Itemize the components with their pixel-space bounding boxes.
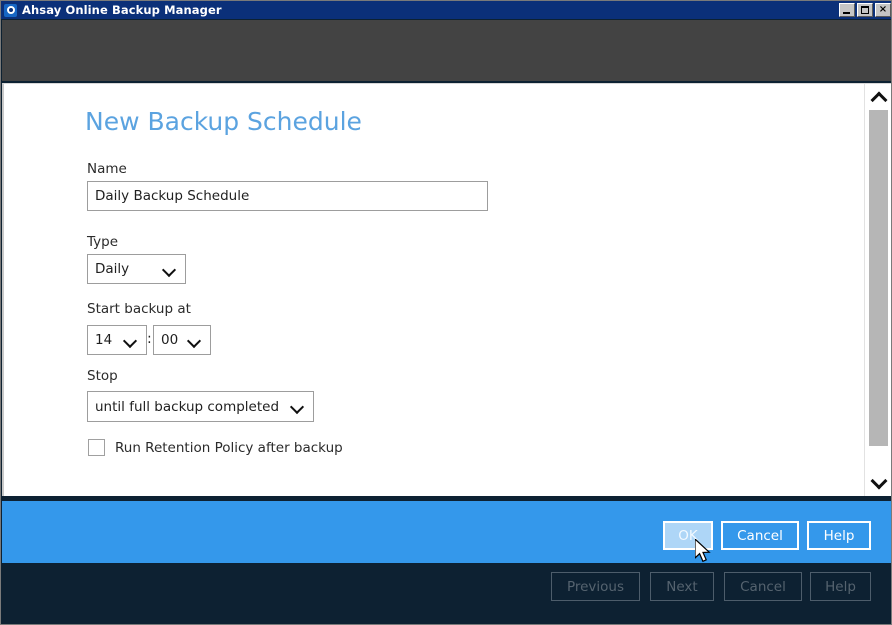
scrollbar-thumb[interactable]	[869, 110, 888, 446]
type-label: Type	[87, 234, 119, 250]
close-button[interactable]: ×	[875, 3, 891, 17]
dialog-body	[4, 84, 866, 496]
window-title: Ahsay Online Backup Manager	[22, 3, 222, 17]
time-separator: :	[147, 331, 152, 347]
dialog-action-bar: OK Cancel Help	[2, 501, 891, 563]
start-hour-select[interactable]: 14	[87, 325, 147, 355]
type-select-value: Daily	[95, 261, 130, 277]
stop-label: Stop	[87, 368, 118, 384]
retention-policy-row[interactable]: Run Retention Policy after backup	[88, 439, 343, 456]
chevron-down-icon[interactable]	[865, 471, 891, 495]
chevron-up-icon[interactable]	[865, 86, 891, 110]
cancel-button[interactable]: Cancel	[721, 521, 799, 550]
chevron-down-icon	[188, 334, 201, 347]
next-button[interactable]: Next	[650, 572, 714, 601]
start-minute-select[interactable]: 00	[153, 325, 211, 355]
ok-button[interactable]: OK	[663, 521, 713, 550]
app-logo-icon	[4, 3, 17, 17]
start-backup-at-label: Start backup at	[87, 301, 191, 317]
start-hour-value: 14	[95, 332, 113, 348]
wizard-help-button[interactable]: Help	[810, 572, 871, 601]
name-label: Name	[87, 161, 127, 177]
wizard-button-bar: Previous Next Cancel Help	[2, 563, 891, 624]
stop-select-value: until full backup completed	[95, 398, 280, 415]
retention-policy-label: Run Retention Policy after backup	[115, 439, 343, 456]
dialog-panel	[2, 83, 891, 496]
minimize-button[interactable]	[839, 3, 855, 17]
chevron-down-icon	[163, 263, 176, 276]
previous-button[interactable]: Previous	[551, 572, 640, 601]
application-window: Ahsay Online Backup Manager × New Backup…	[0, 0, 892, 625]
header-strip	[2, 20, 891, 81]
title-bar: Ahsay Online Backup Manager ×	[1, 1, 891, 19]
wizard-cancel-button[interactable]: Cancel	[724, 572, 802, 601]
retention-policy-checkbox[interactable]	[88, 439, 105, 456]
page-title: New Backup Schedule	[85, 107, 362, 136]
maximize-button[interactable]	[857, 3, 873, 17]
window-controls: ×	[839, 3, 891, 17]
start-minute-value: 00	[161, 332, 179, 348]
name-input[interactable]	[87, 181, 488, 211]
chevron-down-icon	[291, 400, 304, 413]
type-select[interactable]: Daily	[87, 254, 186, 284]
chevron-down-icon	[124, 334, 137, 347]
help-button[interactable]: Help	[807, 521, 871, 550]
stop-select[interactable]: until full backup completed	[87, 391, 314, 422]
scrollbar-track[interactable]	[869, 110, 888, 471]
vertical-scrollbar[interactable]	[864, 84, 891, 496]
